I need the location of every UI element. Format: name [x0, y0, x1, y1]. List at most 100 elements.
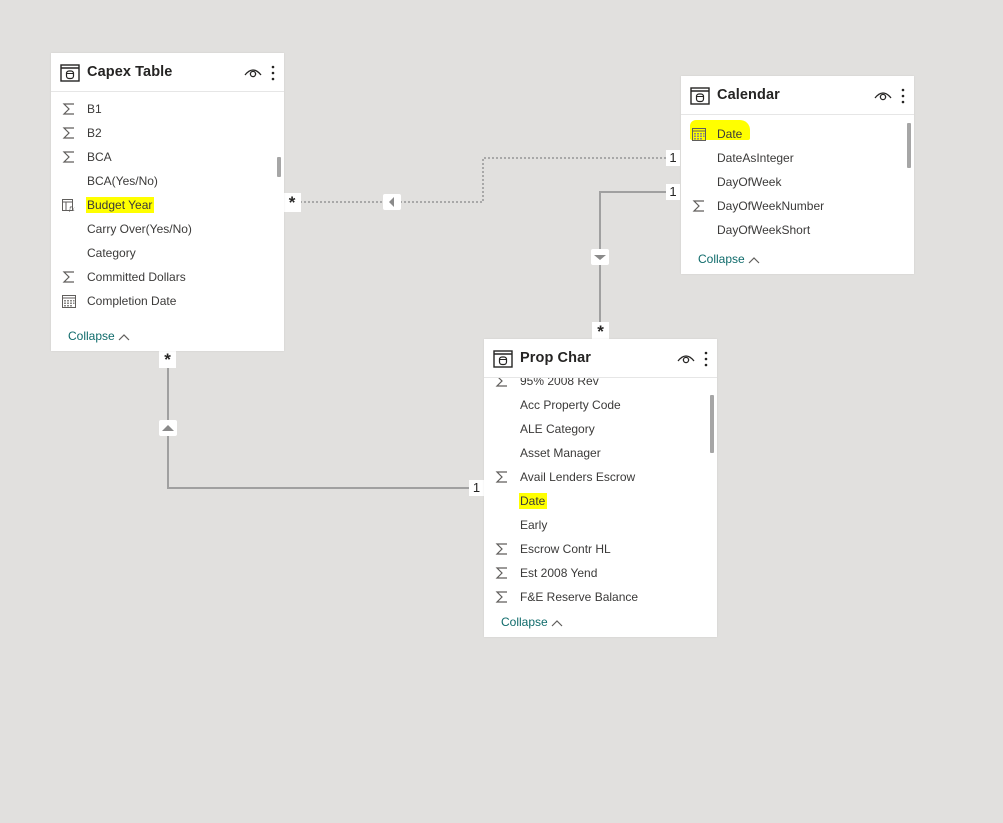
sigma-icon	[62, 150, 76, 164]
table-card-header[interactable]: Calendar	[681, 76, 914, 115]
cardinality-many-capex-propchar: *	[159, 350, 176, 369]
field-list[interactable]: Date DateAsInteger DayOfWeek DayOfWeekNumbe…	[681, 122, 914, 244]
field-label: BCA(Yes/No)	[87, 174, 158, 188]
field-row[interactable]: B1	[51, 97, 284, 121]
calculated-column-icon: fx	[62, 198, 76, 213]
table-icon	[60, 64, 80, 82]
field-label: Date	[519, 493, 548, 509]
scrollbar-thumb[interactable]	[277, 157, 281, 177]
field-label: DayOfWeek	[717, 175, 782, 189]
cardinality-many-propchar-calendar: *	[592, 322, 609, 341]
sigma-icon	[692, 199, 706, 213]
chevron-up-icon	[748, 256, 760, 264]
collapse-button[interactable]: Collapse	[68, 329, 130, 343]
table-card-prop-char[interactable]: Prop Char 95% 2008 Rev Acc Property Code A…	[484, 339, 717, 637]
more-options-icon[interactable]	[703, 350, 709, 368]
calendar-icon	[692, 127, 706, 141]
field-label: BCA	[87, 150, 112, 164]
field-label: Asset Manager	[520, 446, 601, 460]
field-row[interactable]: ALE Category	[484, 417, 717, 441]
field-label: DayOfWeekShort	[717, 223, 811, 237]
field-row[interactable]: B2	[51, 121, 284, 145]
table-title: Calendar	[717, 87, 780, 103]
field-row[interactable]: Category	[51, 241, 284, 265]
field-label: Category	[87, 246, 136, 260]
svg-text:fx: fx	[68, 206, 75, 212]
field-label: B2	[87, 126, 102, 140]
field-label: Committed Dollars	[87, 270, 186, 284]
visibility-eye-icon[interactable]	[874, 89, 892, 101]
field-list[interactable]: 95% 2008 Rev Acc Property Code ALE Categor…	[484, 378, 717, 606]
field-row[interactable]: DayOfWeekShort	[681, 218, 914, 242]
table-icon	[690, 87, 710, 105]
cardinality-one-calendar-capex: 1	[666, 150, 680, 166]
cardinality-one-propchar-capex: 1	[469, 480, 484, 496]
chevron-up-icon	[551, 619, 563, 627]
table-card-calendar[interactable]: Calendar Date DateAsInteger DayOfWeek DayOf…	[681, 76, 914, 274]
chevron-up-icon	[118, 333, 130, 341]
table-title: Prop Char	[520, 350, 591, 366]
more-options-icon[interactable]	[900, 87, 906, 105]
field-list[interactable]: B1 B2 BCA BCA(Yes/No) fx Budget Year Carry Ove…	[51, 97, 284, 313]
field-label: Escrow Contr HL	[520, 542, 611, 556]
collapse-label: Collapse	[501, 615, 548, 629]
field-row[interactable]: Carry Over(Yes/No)	[51, 217, 284, 241]
model-view-canvas[interactable]: * 1 1 * * 1 Capex Table B1 B2 BCA BCA(Ye…	[0, 0, 1003, 823]
sigma-icon	[495, 378, 509, 388]
field-row[interactable]: Completion Date	[51, 289, 284, 313]
scrollbar-thumb[interactable]	[907, 123, 911, 168]
sigma-icon	[62, 102, 76, 116]
relationship-line-propchar-calendar[interactable]	[599, 191, 667, 325]
field-label: Acc Property Code	[520, 398, 621, 412]
field-row[interactable]: Escrow Contr HL	[484, 537, 717, 561]
field-row[interactable]: fx Budget Year	[51, 193, 284, 217]
relationship-line-capex-propchar[interactable]	[167, 366, 470, 489]
field-label: Avail Lenders Escrow	[520, 470, 636, 484]
field-row[interactable]: Committed Dollars	[51, 265, 284, 289]
field-row[interactable]: DayOfWeekNumber	[681, 194, 914, 218]
field-label: 95% 2008 Rev	[520, 378, 599, 388]
calendar-icon	[62, 294, 76, 308]
field-row[interactable]: DateAsInteger	[681, 146, 914, 170]
field-row[interactable]: BCA	[51, 145, 284, 169]
filter-direction-down-icon	[591, 249, 609, 265]
field-label: ALE Category	[520, 422, 595, 436]
field-label: Budget Year	[86, 197, 155, 213]
field-label: Date	[717, 127, 743, 141]
table-icon	[493, 350, 513, 368]
sigma-icon	[62, 126, 76, 140]
table-card-capex[interactable]: Capex Table B1 B2 BCA BCA(Yes/No) fx Budget Y…	[51, 53, 284, 351]
visibility-eye-icon[interactable]	[677, 352, 695, 364]
sigma-icon	[495, 470, 509, 484]
field-row[interactable]: Acc Property Code	[484, 393, 717, 417]
filter-direction-left-icon	[383, 194, 401, 210]
filter-direction-up-icon	[159, 420, 177, 436]
collapse-button[interactable]: Collapse	[698, 252, 760, 266]
cardinality-many-capex-calendar: *	[283, 193, 301, 212]
table-card-header[interactable]: Prop Char	[484, 339, 717, 378]
field-row[interactable]: Est 2008 Yend	[484, 561, 717, 585]
collapse-label: Collapse	[698, 252, 745, 266]
field-label: DayOfWeekNumber	[717, 199, 825, 213]
relationship-line-capex-calendar[interactable]	[300, 157, 667, 203]
field-row[interactable]: BCA(Yes/No)	[51, 169, 284, 193]
collapse-label: Collapse	[68, 329, 115, 343]
field-label: Completion Date	[87, 294, 177, 308]
sigma-icon	[495, 542, 509, 556]
field-row[interactable]: Asset Manager	[484, 441, 717, 465]
field-row[interactable]: 95% 2008 Rev	[484, 378, 717, 393]
field-row[interactable]: Early	[484, 513, 717, 537]
field-row[interactable]: F&E Reserve Balance	[484, 585, 717, 606]
field-label: Early	[520, 518, 548, 532]
field-row[interactable]: Date	[681, 122, 914, 146]
field-row[interactable]: Date	[484, 489, 717, 513]
visibility-eye-icon[interactable]	[244, 66, 262, 78]
sigma-icon	[495, 566, 509, 580]
field-label: DateAsInteger	[717, 151, 794, 165]
scrollbar-thumb[interactable]	[710, 395, 714, 453]
collapse-button[interactable]: Collapse	[501, 615, 563, 629]
more-options-icon[interactable]	[270, 64, 276, 82]
table-card-header[interactable]: Capex Table	[51, 53, 284, 92]
field-row[interactable]: DayOfWeek	[681, 170, 914, 194]
field-row[interactable]: Avail Lenders Escrow	[484, 465, 717, 489]
